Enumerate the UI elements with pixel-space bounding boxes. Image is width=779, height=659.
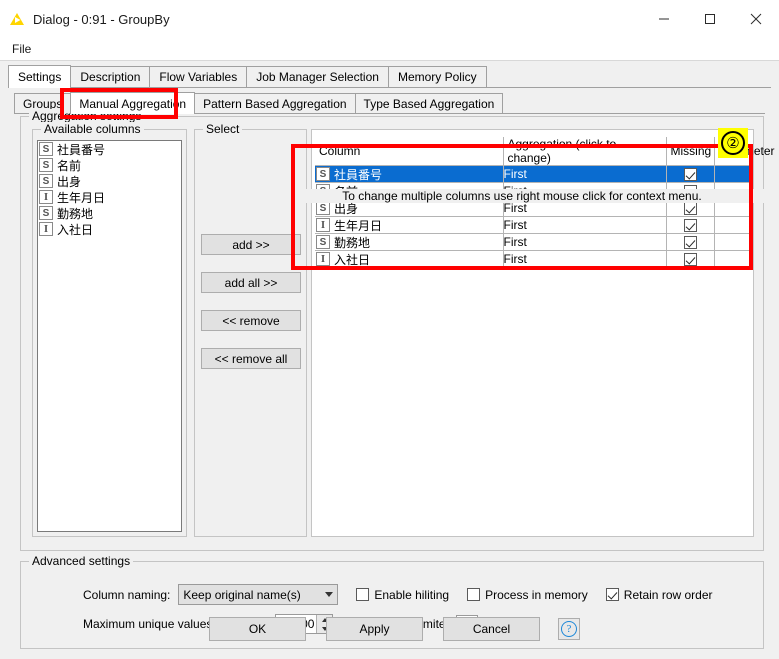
table-row[interactable]: S 社員番号 First xyxy=(315,165,752,183)
knime-triangle-icon xyxy=(9,11,25,27)
tab-manual-aggregation[interactable]: Manual Aggregation xyxy=(70,92,196,114)
cell-column[interactable]: I 入社日 xyxy=(315,250,504,268)
question-mark-icon: ? xyxy=(561,620,577,637)
cell-aggregation[interactable]: First xyxy=(503,233,667,251)
tab-job-manager-selection[interactable]: Job Manager Selection xyxy=(246,66,389,87)
window-controls xyxy=(641,0,779,38)
list-item-label: 入社日 xyxy=(57,222,94,237)
context-menu-hint: To change multiple columns use right mou… xyxy=(275,189,769,203)
table-row[interactable]: I 生年月日 First xyxy=(315,216,752,234)
title-bar: Dialog - 0:91 - GroupBy xyxy=(0,0,779,38)
help-button[interactable]: ? xyxy=(558,617,580,640)
add-button[interactable]: add >> xyxy=(201,234,301,255)
integer-type-icon: I xyxy=(316,218,330,232)
tab-pattern-based-aggregation[interactable]: Pattern Based Aggregation xyxy=(194,93,356,113)
list-item[interactable]: I 入社日 xyxy=(38,221,181,237)
missing-checkbox[interactable] xyxy=(683,219,697,233)
integer-type-icon: I xyxy=(39,190,53,204)
list-item[interactable]: I 生年月日 xyxy=(38,189,181,205)
string-type-icon: S xyxy=(39,142,53,156)
cell-missing[interactable] xyxy=(666,233,715,251)
header-column[interactable]: Column xyxy=(315,137,504,166)
chevron-down-icon xyxy=(325,592,334,597)
cell-column[interactable]: S 社員番号 xyxy=(315,165,504,183)
missing-checkbox[interactable] xyxy=(683,202,697,216)
list-item-label: 出身 xyxy=(57,174,82,189)
annotation-badge-2: ② xyxy=(718,128,748,158)
cell-aggregation[interactable]: First xyxy=(503,216,667,234)
list-item[interactable]: S 社員番号 xyxy=(38,141,181,157)
cell-parameter[interactable] xyxy=(714,233,752,251)
close-icon[interactable] xyxy=(733,0,779,38)
list-item[interactable]: S 名前 xyxy=(38,157,181,173)
cell-missing[interactable] xyxy=(666,216,715,234)
cell-missing[interactable] xyxy=(666,165,715,183)
inner-tab-strip: Groups Manual Aggregation Pattern Based … xyxy=(14,92,765,114)
remove-button[interactable]: << remove xyxy=(201,310,301,331)
list-item[interactable]: S 勤務地 xyxy=(38,205,181,221)
select-legend: Select xyxy=(203,122,243,136)
menu-item-file[interactable]: File xyxy=(9,42,34,56)
cell-column[interactable]: I 生年月日 xyxy=(315,216,504,234)
list-item-label: 生年月日 xyxy=(57,190,106,205)
list-item-label: 社員番号 xyxy=(57,142,106,157)
apply-button[interactable]: Apply xyxy=(326,616,423,641)
window-title: Dialog - 0:91 - GroupBy xyxy=(33,11,170,27)
cell-column-label: 入社日 xyxy=(334,252,371,267)
cell-missing[interactable] xyxy=(666,250,715,268)
tab-type-based-aggregation[interactable]: Type Based Aggregation xyxy=(354,93,504,113)
tab-memory-policy[interactable]: Memory Policy xyxy=(387,66,487,87)
string-type-icon: S xyxy=(316,201,330,215)
outer-tab-strip: Settings Description Flow Variables Job … xyxy=(8,65,771,88)
main-content: Settings Description Flow Variables Job … xyxy=(0,60,779,659)
available-columns-list[interactable]: S 社員番号 S 名前 S 出身 I 生年月日 S 勤務地 I 入社日 xyxy=(37,140,182,532)
cell-parameter[interactable] xyxy=(714,165,752,183)
ok-button[interactable]: OK xyxy=(209,616,306,641)
string-type-icon: S xyxy=(39,206,53,220)
dialog-footer: OK Apply Cancel ? xyxy=(0,598,779,659)
minimize-icon[interactable] xyxy=(641,0,687,38)
string-type-icon: S xyxy=(39,158,53,172)
list-item[interactable]: S 出身 xyxy=(38,173,181,189)
cell-parameter[interactable] xyxy=(714,250,752,268)
menu-bar: File xyxy=(0,38,779,60)
aggregation-settings-group: Aggregation settings Available columns S… xyxy=(20,109,775,551)
remove-all-button[interactable]: << remove all xyxy=(201,348,301,369)
cell-column-label: 社員番号 xyxy=(334,167,383,182)
tab-flow-variables[interactable]: Flow Variables xyxy=(149,66,248,87)
cell-aggregation[interactable]: First xyxy=(503,165,667,183)
table-header-row: Column Aggregation (click to change) Mis… xyxy=(315,137,775,166)
table-row[interactable]: I 入社日 First xyxy=(315,250,752,268)
cancel-button[interactable]: Cancel xyxy=(443,616,540,641)
list-item-label: 名前 xyxy=(57,158,82,173)
string-type-icon: S xyxy=(39,174,53,188)
available-columns-legend: Available columns xyxy=(41,122,144,136)
cell-column[interactable]: S 勤務地 xyxy=(315,233,504,251)
cell-parameter[interactable] xyxy=(714,216,752,234)
add-all-button[interactable]: add all >> xyxy=(201,272,301,293)
tab-description[interactable]: Description xyxy=(70,66,151,87)
cell-column-label: 勤務地 xyxy=(334,235,371,250)
cell-aggregation[interactable]: First xyxy=(503,250,667,268)
header-missing[interactable]: Missing xyxy=(666,137,715,166)
advanced-settings-legend: Advanced settings xyxy=(29,554,134,568)
list-item-label: 勤務地 xyxy=(57,206,94,221)
header-aggregation[interactable]: Aggregation (click to change) xyxy=(503,137,667,166)
string-type-icon: S xyxy=(316,235,330,249)
transfer-buttons: add >> add all >> << remove << remove al… xyxy=(201,234,301,386)
available-columns-group: Available columns S 社員番号 S 名前 S 出身 I 生年月… xyxy=(32,122,187,537)
missing-checkbox[interactable] xyxy=(683,253,697,267)
missing-checkbox[interactable] xyxy=(683,236,697,250)
tab-settings[interactable]: Settings xyxy=(8,65,72,88)
integer-type-icon: I xyxy=(316,252,330,266)
annotation-badge-label: ② xyxy=(721,131,745,155)
table-row[interactable]: S 勤務地 First xyxy=(315,233,752,251)
missing-checkbox[interactable] xyxy=(683,168,697,182)
maximize-icon[interactable] xyxy=(687,0,733,38)
string-type-icon: S xyxy=(316,167,330,181)
integer-type-icon: I xyxy=(39,222,53,236)
cell-column-label: 生年月日 xyxy=(334,218,383,233)
